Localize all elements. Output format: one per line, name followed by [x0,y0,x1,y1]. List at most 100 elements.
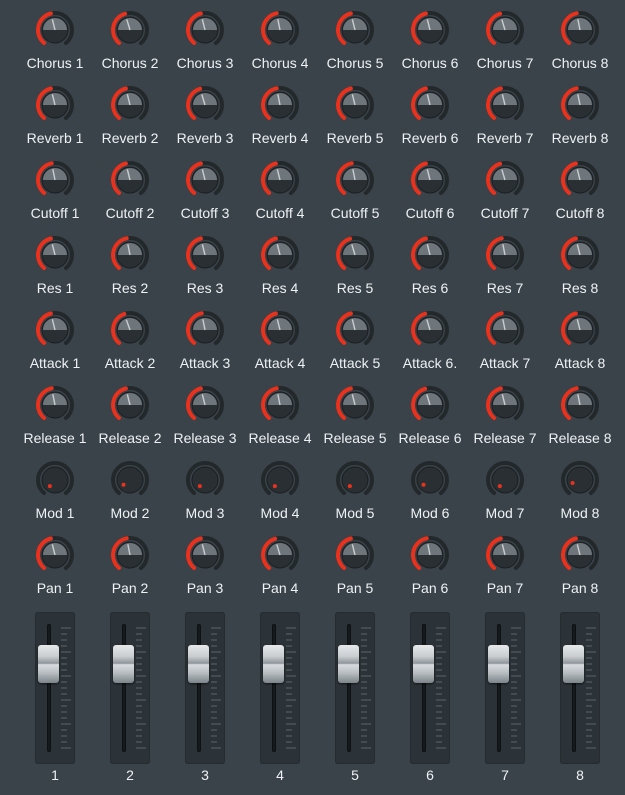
knob-reverb-5[interactable] [334,84,376,126]
knob-label-pan-3: Pan 3 [186,580,224,596]
knob-chorus-4[interactable] [259,9,301,51]
knob-mod-7[interactable] [484,459,526,501]
channel-fader-6[interactable] [410,612,450,764]
knob-res-7[interactable] [484,234,526,276]
knob-attack-6[interactable] [409,309,451,351]
knob-pan-2[interactable] [109,534,151,576]
knob-chorus-8[interactable] [559,9,601,51]
knob-label-mod-2: Mod 2 [110,505,150,521]
knob-reverb-3[interactable] [184,84,226,126]
knob-release-2[interactable] [109,384,151,426]
knob-pan-6[interactable] [409,534,451,576]
fader-track [197,624,201,752]
fader-track [422,624,426,752]
knob-cutoff-8[interactable] [559,159,601,201]
knob-release-7[interactable] [484,384,526,426]
knob-release-8[interactable] [559,384,601,426]
knob-reverb-7[interactable] [484,84,526,126]
knob-cutoff-1[interactable] [34,159,76,201]
knob-attack-7[interactable] [484,309,526,351]
fader-handle[interactable] [38,644,59,683]
fader-handle[interactable] [413,644,434,683]
knob-chorus-2[interactable] [109,9,151,51]
knob-attack-2[interactable] [109,309,151,351]
channel-fader-5[interactable] [335,612,375,764]
knob-res-1[interactable] [34,234,76,276]
knob-label-release-5: Release 5 [323,430,387,446]
channel-fader-8[interactable] [560,612,600,764]
fader-handle[interactable] [488,644,509,683]
knob-reverb-6[interactable] [409,84,451,126]
knob-pan-4[interactable] [259,534,301,576]
knob-chorus-6[interactable] [409,9,451,51]
knob-label-release-6: Release 6 [398,430,462,446]
knob-reverb-4[interactable] [259,84,301,126]
fader-handle[interactable] [338,644,359,683]
knob-cutoff-4[interactable] [259,159,301,201]
knob-label-cutoff-3: Cutoff 3 [180,205,230,221]
knob-reverb-8[interactable] [559,84,601,126]
knob-reverb-2[interactable] [109,84,151,126]
knob-attack-8[interactable] [559,309,601,351]
knob-pan-7[interactable] [484,534,526,576]
knob-reverb-1[interactable] [34,84,76,126]
knob-cutoff-3[interactable] [184,159,226,201]
knob-res-3[interactable] [184,234,226,276]
knob-pan-8[interactable] [559,534,601,576]
knob-res-8[interactable] [559,234,601,276]
knob-pan-1[interactable] [34,534,76,576]
knob-label-attack-8: Attack 8 [554,355,606,371]
channel-fader-7[interactable] [485,612,525,764]
channel-fader-1[interactable] [35,612,75,764]
fader-handle[interactable] [188,644,209,683]
knob-attack-5[interactable] [334,309,376,351]
knob-indicator-dot [347,484,352,489]
knob-cutoff-7[interactable] [484,159,526,201]
knob-attack-4[interactable] [259,309,301,351]
knob-mod-5[interactable] [334,459,376,501]
channel-fader-2[interactable] [110,612,150,764]
knob-label-mod-1: Mod 1 [35,505,75,521]
fader-handle[interactable] [563,644,584,683]
knob-cutoff-2[interactable] [109,159,151,201]
knob-mod-6[interactable] [409,459,451,501]
knob-label-pan-7: Pan 7 [486,580,524,596]
knob-cutoff-5[interactable] [334,159,376,201]
fader-handle[interactable] [263,644,284,683]
knob-chorus-1[interactable] [34,9,76,51]
knob-res-4[interactable] [259,234,301,276]
fader-scale [211,627,221,749]
knob-release-3[interactable] [184,384,226,426]
knob-release-6[interactable] [409,384,451,426]
knob-chorus-3[interactable] [184,9,226,51]
fader-handle[interactable] [113,644,134,683]
channel-fader-4[interactable] [260,612,300,764]
knob-mod-2[interactable] [109,459,151,501]
knob-mod-4[interactable] [259,459,301,501]
knob-res-6[interactable] [409,234,451,276]
knob-release-1[interactable] [34,384,76,426]
knob-pan-5[interactable] [334,534,376,576]
knob-mod-3[interactable] [184,459,226,501]
knob-release-5[interactable] [334,384,376,426]
knob-label-reverb-6: Reverb 6 [401,130,459,146]
knob-label-res-7: Res 7 [486,280,524,296]
knob-label-pan-8: Pan 8 [561,580,599,596]
knob-label-chorus-8: Chorus 8 [551,55,609,71]
knob-chorus-7[interactable] [484,9,526,51]
knob-indicator-dot [421,482,426,487]
knob-cutoff-6[interactable] [409,159,451,201]
knob-pan-3[interactable] [184,534,226,576]
knob-label-pan-2: Pan 2 [111,580,149,596]
knob-res-5[interactable] [334,234,376,276]
knob-attack-3[interactable] [184,309,226,351]
knob-attack-1[interactable] [34,309,76,351]
knob-mod-8[interactable] [559,459,601,501]
knob-release-4[interactable] [259,384,301,426]
knob-chorus-5[interactable] [334,9,376,51]
fader-scale [286,627,296,749]
knob-mod-1[interactable] [34,459,76,501]
channel-fader-3[interactable] [185,612,225,764]
knob-res-2[interactable] [109,234,151,276]
knob-label-res-6: Res 6 [411,280,449,296]
